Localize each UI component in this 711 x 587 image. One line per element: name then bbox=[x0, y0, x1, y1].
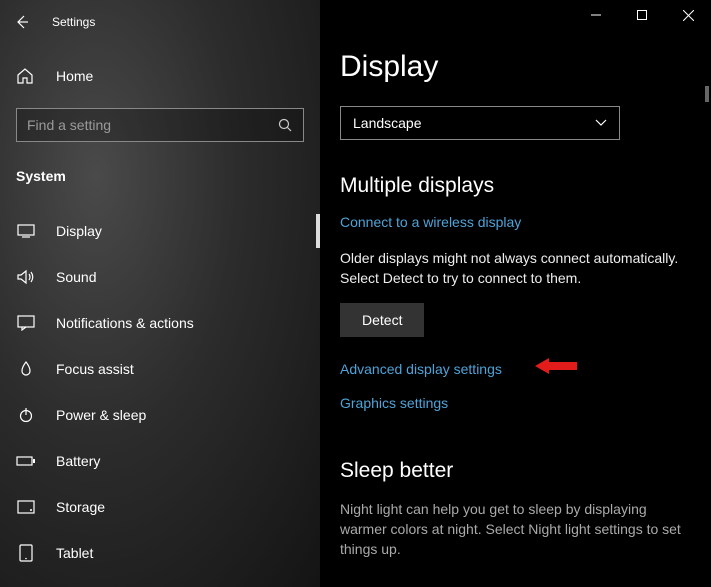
sidebar-item-label: Tablet bbox=[56, 545, 93, 561]
sidebar-item-label: Storage bbox=[56, 499, 105, 515]
sleep-better-desc: Night light can help you get to sleep by… bbox=[340, 499, 691, 560]
storage-icon bbox=[16, 497, 36, 517]
advanced-display-link[interactable]: Advanced display settings bbox=[340, 361, 502, 377]
scrollbar-thumb[interactable] bbox=[705, 86, 709, 102]
sidebar-item-tablet[interactable]: Tablet bbox=[0, 530, 320, 576]
sidebar: Settings Home System Display Sound bbox=[0, 0, 320, 587]
minimize-button[interactable] bbox=[573, 0, 619, 30]
home-icon bbox=[16, 67, 36, 85]
power-icon bbox=[16, 405, 36, 425]
window-controls bbox=[573, 0, 711, 30]
display-icon bbox=[16, 221, 36, 241]
detect-hint-text: Older displays might not always connect … bbox=[340, 248, 691, 289]
sidebar-item-storage[interactable]: Storage bbox=[0, 484, 320, 530]
close-button[interactable] bbox=[665, 0, 711, 30]
sidebar-nav: Display Sound Notifications & actions Fo… bbox=[0, 208, 320, 576]
back-button[interactable] bbox=[6, 6, 38, 38]
content-area: Display Landscape Multiple displays Conn… bbox=[320, 0, 711, 587]
nav-home[interactable]: Home bbox=[0, 56, 320, 96]
chevron-down-icon bbox=[595, 119, 607, 127]
sidebar-item-label: Battery bbox=[56, 453, 100, 469]
search-input[interactable] bbox=[27, 117, 278, 133]
sleep-better-heading: Sleep better bbox=[340, 459, 691, 483]
orientation-dropdown[interactable]: Landscape bbox=[340, 106, 620, 140]
battery-icon bbox=[16, 451, 36, 471]
arrow-left-icon bbox=[14, 14, 30, 30]
sidebar-item-label: Focus assist bbox=[56, 361, 134, 377]
search-box[interactable] bbox=[16, 108, 304, 142]
multiple-displays-heading: Multiple displays bbox=[340, 174, 691, 198]
maximize-button[interactable] bbox=[619, 0, 665, 30]
titlebar: Settings bbox=[0, 6, 320, 38]
tablet-icon bbox=[16, 543, 36, 563]
page-title: Display bbox=[340, 50, 691, 84]
main-panel: Display Landscape Multiple displays Conn… bbox=[320, 0, 711, 587]
sidebar-category: System bbox=[16, 168, 320, 184]
sidebar-item-sound[interactable]: Sound bbox=[0, 254, 320, 300]
connect-wireless-link[interactable]: Connect to a wireless display bbox=[340, 214, 521, 230]
detect-button[interactable]: Detect bbox=[340, 303, 424, 337]
app-title: Settings bbox=[52, 15, 95, 29]
search-icon bbox=[278, 118, 293, 133]
sound-icon bbox=[16, 267, 36, 287]
graphics-settings-link[interactable]: Graphics settings bbox=[340, 395, 448, 411]
sidebar-item-label: Power & sleep bbox=[56, 407, 146, 423]
sidebar-item-display[interactable]: Display bbox=[0, 208, 320, 254]
focus-assist-icon bbox=[16, 359, 36, 379]
sidebar-item-power-sleep[interactable]: Power & sleep bbox=[0, 392, 320, 438]
sidebar-item-label: Notifications & actions bbox=[56, 315, 194, 331]
sidebar-item-battery[interactable]: Battery bbox=[0, 438, 320, 484]
sidebar-item-focus-assist[interactable]: Focus assist bbox=[0, 346, 320, 392]
orientation-selected: Landscape bbox=[353, 115, 422, 131]
sidebar-item-label: Sound bbox=[56, 269, 96, 285]
sidebar-item-label: Display bbox=[56, 223, 102, 239]
nav-home-label: Home bbox=[56, 68, 93, 84]
notifications-icon bbox=[16, 313, 36, 333]
sidebar-item-notifications[interactable]: Notifications & actions bbox=[0, 300, 320, 346]
